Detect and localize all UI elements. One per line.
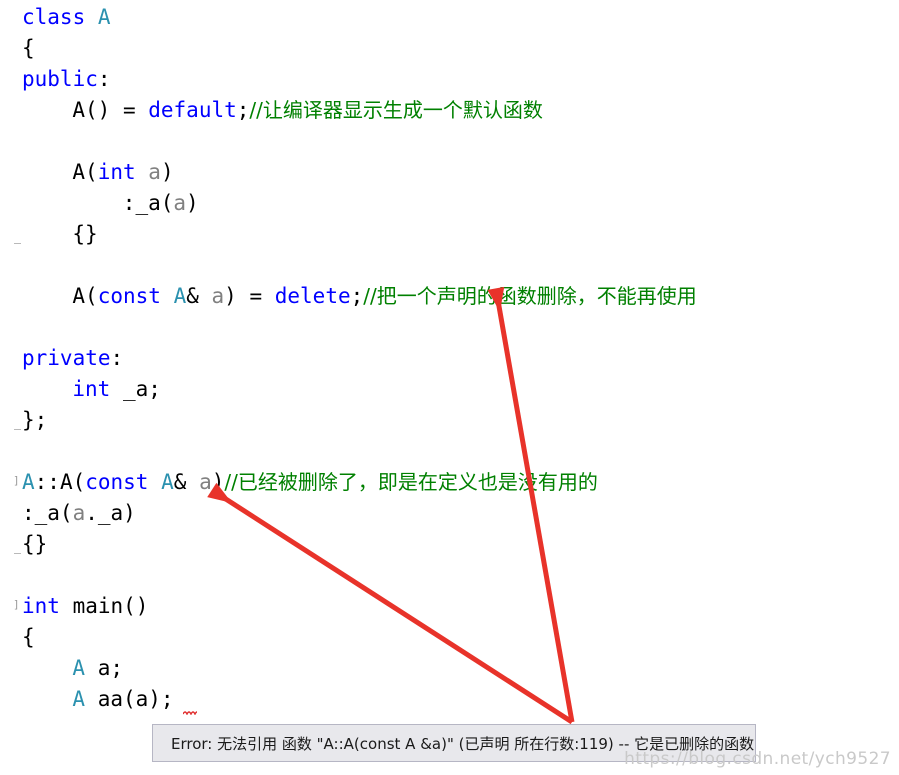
code-line[interactable]: A aa(a);: [72, 684, 173, 715]
code-token-kw: const: [97, 284, 161, 308]
outline-collapse-marker[interactable]: ]: [13, 599, 21, 611]
outline-collapse-dash[interactable]: [14, 243, 21, 244]
code-token-param: a: [148, 160, 161, 184]
code-token-kw: int: [97, 160, 136, 184]
code-token-plain: {: [22, 36, 35, 60]
code-token-plain: A(: [72, 160, 98, 184]
code-token-kw: public: [22, 67, 98, 91]
code-token-plain: A(: [72, 284, 98, 308]
code-token-plain: a;: [85, 656, 123, 680]
code-line[interactable]: private:: [22, 343, 123, 374]
code-token-type: A: [72, 656, 86, 680]
code-token-plain: ): [160, 160, 174, 184]
code-token-plain: :_a(: [122, 191, 174, 215]
code-token-plain: ._a): [85, 501, 136, 525]
code-token-plain: {}: [72, 222, 98, 246]
code-token-plain: ): [186, 191, 199, 215]
code-editor-screenshot: class A{public: A() = default;//让编译器显示生成一…: [0, 0, 899, 775]
code-token-plain: aa(a);: [85, 687, 174, 711]
code-token-plain: ): [211, 470, 225, 494]
code-line[interactable]: {}: [22, 529, 47, 560]
code-line[interactable]: A(int a): [72, 157, 173, 188]
code-token-kw: int: [22, 594, 60, 618]
code-token-plain: {}: [22, 532, 48, 556]
code-line[interactable]: :_a(a._a): [22, 498, 136, 529]
code-token-kw: default: [148, 98, 237, 122]
code-line[interactable]: A::A(const A& a)//已经被删除了，即是在定义也是没有用的: [22, 467, 598, 498]
code-token-plain: };: [22, 408, 48, 432]
code-token-kw: private: [22, 346, 111, 370]
code-token-type: A: [22, 470, 35, 494]
code-token-kw: delete: [274, 284, 351, 308]
code-token-param: a: [199, 470, 212, 494]
outline-collapse-marker[interactable]: ]: [13, 475, 21, 487]
code-token-comment: //让编译器显示生成一个默认函数: [249, 98, 543, 122]
code-token-param: a: [72, 501, 86, 525]
code-line[interactable]: A a;: [72, 653, 123, 684]
code-token-kw: int: [72, 377, 111, 401]
code-line[interactable]: {: [22, 622, 35, 653]
code-token-type: A: [72, 687, 86, 711]
code-line[interactable]: };: [22, 405, 47, 436]
code-line[interactable]: class A: [22, 2, 111, 33]
code-token-plain: :_a(: [22, 501, 73, 525]
code-token-type: A: [173, 284, 187, 308]
code-line[interactable]: A() = default;//让编译器显示生成一个默认函数: [72, 95, 543, 126]
code-token-comment: //已经被删除了，即是在定义也是没有用的: [224, 470, 598, 494]
outline-collapse-dash[interactable]: [14, 553, 21, 554]
code-line[interactable]: A(const A& a) = delete;//把一个声明的函数删除，不能再使…: [72, 281, 696, 312]
code-editor-area[interactable]: class A{public: A() = default;//让编译器显示生成一…: [0, 0, 899, 775]
code-token-type: A: [97, 5, 111, 29]
code-token-plain: :: [97, 67, 111, 91]
code-line[interactable]: int main(): [22, 591, 148, 622]
code-token-kw: class: [22, 5, 98, 29]
code-token-plain: :: [110, 346, 124, 370]
code-token-plain: {: [22, 625, 35, 649]
csdn-watermark: https://blog.csdn.net/ych9527: [624, 749, 891, 769]
code-line[interactable]: {: [22, 33, 35, 64]
code-token-plain: ::A(: [34, 470, 86, 494]
code-token-plain: ;: [236, 98, 250, 122]
code-token-param: a: [211, 284, 225, 308]
code-token-param: a: [173, 191, 187, 215]
code-token-comment: //把一个声明的函数删除，不能再使用: [363, 284, 697, 308]
code-token-plain: _a;: [110, 377, 161, 401]
error-squiggle-underline: [183, 710, 197, 715]
outline-collapse-dash[interactable]: [14, 429, 21, 430]
code-token-plain: A() =: [72, 98, 149, 122]
code-line[interactable]: :_a(a): [123, 188, 199, 219]
code-token-plain: ) =: [224, 284, 275, 308]
code-token-plain: main(): [59, 594, 149, 618]
code-token-kw: const: [85, 470, 149, 494]
code-token-plain: ;: [350, 284, 364, 308]
code-token-plain: &: [173, 470, 200, 494]
code-token-plain: &: [186, 284, 212, 308]
code-line[interactable]: public:: [22, 64, 111, 95]
code-line[interactable]: int _a;: [72, 374, 161, 405]
code-token-type: A: [161, 470, 174, 494]
code-line[interactable]: {}: [72, 219, 97, 250]
